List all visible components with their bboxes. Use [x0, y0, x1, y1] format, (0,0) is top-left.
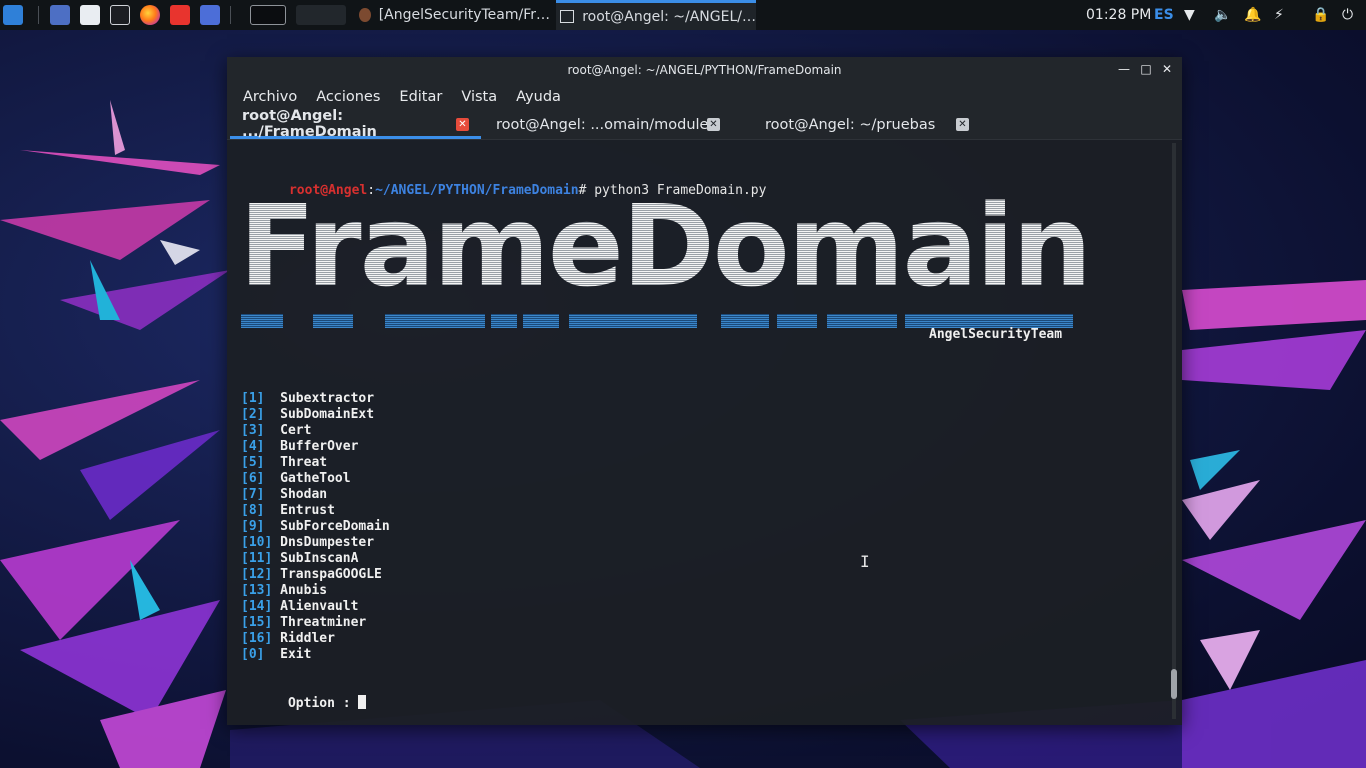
taskbar-item-terminal[interactable]: root@Angel: ~/ANGEL/…	[556, 0, 756, 30]
list-item: [1] Subextractor	[241, 391, 375, 406]
list-item: [5] Threat	[241, 455, 328, 470]
list-item: [11] SubInscanA	[241, 551, 359, 566]
firefox-icon	[359, 8, 371, 22]
list-item: [9] SubForceDomain	[241, 519, 390, 534]
banner-shadow	[905, 314, 1073, 328]
banner-shadow	[721, 314, 769, 328]
wifi-icon[interactable]: ▼	[1184, 0, 1195, 30]
list-item: [8] Entrust	[241, 503, 335, 518]
list-item: [2] SubDomainExt	[241, 407, 375, 422]
ascii-banner: FrameDomain	[239, 182, 1092, 312]
list-item: [16] Riddler	[241, 631, 335, 646]
panel-separator	[230, 6, 231, 24]
file-manager-icon[interactable]	[80, 5, 100, 25]
command-line: root@Angel:~/ANGEL/PYTHON/FrameDomain# p…	[242, 167, 766, 198]
top-panel: [AngelSecurityTeam/Fr… root@Angel: ~/ANG…	[0, 0, 1366, 30]
terminal-window: root@Angel: ~/ANGEL/PYTHON/FrameDomain —…	[227, 57, 1182, 725]
terminal-output[interactable]: root@Angel:~/ANGEL/PYTHON/FrameDomain# p…	[227, 57, 1182, 725]
option-prompt: Option :	[287, 696, 359, 711]
taskbar-item-label: root@Angel: ~/ANGEL/…	[582, 8, 756, 25]
power-manager-icon[interactable]: ⚡	[1274, 0, 1284, 30]
list-item: [4] BufferOver	[241, 439, 359, 454]
screen-recorder-icon[interactable]	[200, 5, 220, 25]
list-item: [0] Exit	[241, 647, 312, 662]
list-item: [6] GatheTool	[241, 471, 351, 486]
terminal-icon	[560, 10, 575, 23]
workspace-2-icon[interactable]	[296, 5, 346, 25]
list-item: [13] Anubis	[241, 583, 328, 598]
taskbar-item-label: [AngelSecurityTeam/Fr…	[378, 7, 550, 23]
panel-separator	[38, 6, 39, 24]
show-desktop-icon[interactable]	[50, 5, 70, 25]
banner-shadow	[241, 314, 283, 328]
banner-shadow	[313, 314, 353, 328]
banner-shadow	[523, 314, 559, 328]
lock-icon[interactable]: 🔒	[1312, 0, 1329, 30]
text-cursor	[358, 695, 367, 709]
banner-shadow	[827, 314, 897, 328]
list-item: [14] Alienvault	[241, 599, 359, 614]
app-launcher-icon[interactable]	[170, 5, 190, 25]
taskbar-item-firefox[interactable]: [AngelSecurityTeam/Fr…	[355, 0, 550, 30]
mouse-ibeam-cursor: I	[860, 552, 870, 571]
workspace-1-icon[interactable]	[250, 5, 286, 25]
clock[interactable]: 01:28 PM	[1086, 0, 1151, 30]
list-item: [7] Shodan	[241, 487, 328, 502]
list-item: [15] Threatminer	[241, 615, 367, 630]
power-icon[interactable]: ⏻	[1342, 0, 1353, 30]
list-item: [12] TranspaGOOGLE	[241, 567, 382, 582]
banner-shadow	[385, 314, 485, 328]
keyboard-layout[interactable]: ES	[1154, 0, 1174, 30]
banner-credit: AngelSecurityTeam	[929, 327, 1063, 342]
banner-shadow	[777, 314, 817, 328]
banner-shadow	[491, 314, 517, 328]
kali-menu-icon[interactable]	[3, 5, 23, 25]
banner-shadow	[569, 314, 697, 328]
list-item: [10] DnsDumpester	[241, 535, 375, 550]
volume-icon[interactable]: 🔈	[1214, 0, 1231, 30]
firefox-icon[interactable]	[140, 5, 160, 25]
option-input-line[interactable]: Option :	[241, 679, 367, 711]
terminal-launcher-icon[interactable]	[110, 5, 130, 25]
notifications-icon[interactable]: 🔔	[1244, 0, 1261, 30]
list-item: [3] Cert	[241, 423, 312, 438]
